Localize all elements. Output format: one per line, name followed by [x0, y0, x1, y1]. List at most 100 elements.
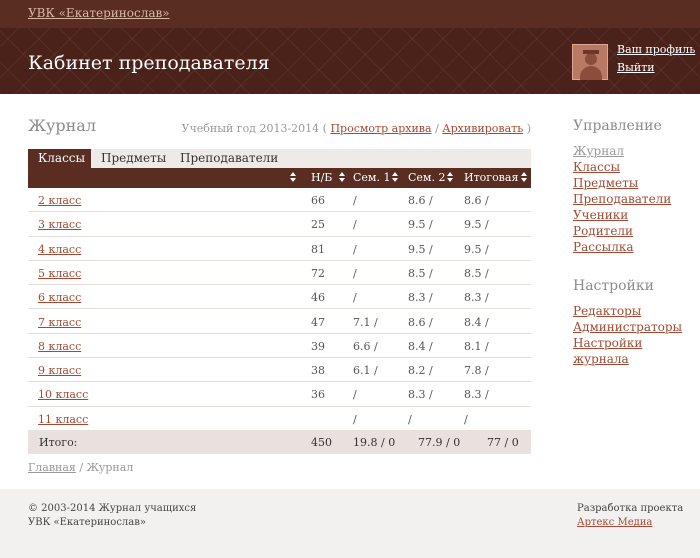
total-row: Итого: 450 19.8 / 0 77.9 / 0 77 / 0 [28, 430, 531, 454]
cell-nb: 66 [311, 194, 325, 207]
school-year-label: Учебный год 2013-2014 ( [181, 122, 327, 135]
tab-classes[interactable]: Классы [28, 149, 91, 168]
sidebar-item-subjects[interactable]: Предметы [573, 176, 638, 190]
col-sem2[interactable]: Сем. 2 [408, 168, 445, 188]
cell-name: 3 класс [38, 218, 81, 231]
class-name-link[interactable]: 4 класс [38, 243, 81, 256]
cell-final: 8.5 / [464, 266, 489, 280]
cell-sem2: 8.5 / [408, 266, 433, 280]
cell-sem2: 8.2 / [408, 364, 433, 378]
col-final[interactable]: Итоговая [464, 168, 518, 188]
sidebar-item-teachers[interactable]: Преподаватели [573, 192, 671, 206]
page-title: Кабинет преподавателя [28, 52, 270, 74]
sort-sem2-icon[interactable] [447, 172, 453, 184]
cell-final: 7.8 / [464, 364, 489, 378]
cell-sem2: 8.3 / [408, 388, 433, 402]
cell-final: 8.3 / [464, 291, 489, 305]
total-label: Итого: [39, 436, 78, 449]
class-name-link[interactable]: 9 класс [38, 364, 81, 377]
org-link[interactable]: УВК «Екатеринослав» [28, 6, 170, 20]
separator: / [435, 122, 439, 135]
cell-final: / [464, 412, 468, 426]
table-row: 6 класс 46 / 8.3 / 8.3 / [28, 285, 531, 310]
breadcrumb-home[interactable]: Главная [28, 461, 76, 474]
cell-name: 5 класс [38, 267, 81, 280]
tab-teachers[interactable]: Преподаватели [180, 149, 278, 168]
cell-sem2: 8.3 / [408, 291, 433, 305]
sort-sem1-icon[interactable] [392, 172, 398, 184]
table-row: 9 класс 38 6.1 / 8.2 / 7.8 / [28, 358, 531, 383]
tab-subjects[interactable]: Предметы [101, 149, 166, 168]
total-sem2: 77.9 / 0 [418, 436, 461, 449]
graduation-cap-icon [583, 50, 599, 54]
sort-nb-icon[interactable] [339, 172, 345, 184]
cell-nb: 72 [311, 266, 325, 280]
cell-sem1: / [353, 218, 357, 232]
profile-link[interactable]: Ваш профиль [617, 43, 695, 56]
breadcrumb: Главная / Журнал [28, 461, 133, 474]
cell-nb: 25 [311, 218, 325, 232]
cell-final: 8.3 / [464, 388, 489, 402]
cell-name: 11 класс [38, 413, 88, 426]
table-row: 5 класс 72 / 8.5 / 8.5 / [28, 261, 531, 286]
cell-sem2: 8.6 / [408, 194, 433, 207]
cell-final: 9.5 / [464, 218, 489, 232]
archive-link[interactable]: Архивировать [442, 122, 523, 135]
cell-sem2: 9.5 / [408, 242, 433, 256]
footer-dev-link[interactable]: Артекс Медиа [577, 517, 652, 528]
table-row: 11 класс / / / [28, 407, 531, 431]
class-name-link[interactable]: 2 класс [38, 194, 81, 207]
sidebar-settings-title: Настройки [573, 278, 654, 294]
sort-final-icon[interactable] [521, 172, 527, 184]
cell-nb: 81 [311, 242, 325, 256]
cell-sem1: / [353, 388, 357, 402]
class-name-link[interactable]: 10 класс [38, 388, 88, 401]
sidebar-item-mailing[interactable]: Рассылка [573, 240, 634, 254]
cell-sem2: 8.6 / [408, 315, 433, 329]
paren-close: ) [526, 122, 531, 135]
logout-link[interactable]: Выйти [617, 61, 655, 74]
cell-nb: 38 [311, 364, 325, 378]
cell-sem1: / [353, 242, 357, 256]
section-title: Журнал [28, 116, 96, 135]
total-nb: 450 [311, 436, 332, 449]
class-name-link[interactable]: 11 класс [38, 413, 88, 426]
sidebar-item-editors[interactable]: Редакторы [573, 304, 641, 318]
sidebar-item-classes[interactable]: Классы [573, 160, 620, 174]
class-name-link[interactable]: 6 класс [38, 291, 81, 304]
cell-final: 8.4 / [464, 315, 489, 329]
col-sem1[interactable]: Сем. 1 [353, 168, 390, 188]
cell-name: 7 класс [38, 316, 81, 329]
class-name-link[interactable]: 3 класс [38, 218, 81, 231]
table-row: 3 класс 25 / 9.5 / 9.5 / [28, 212, 531, 237]
breadcrumb-sep: / [75, 461, 87, 474]
cell-sem2: 9.5 / [408, 218, 433, 232]
tab-bar: Классы Предметы Преподаватели [28, 149, 531, 168]
cell-final: 8.1 / [464, 339, 489, 353]
table-row: 8 класс 39 6.6 / 8.4 / 8.1 / [28, 334, 531, 359]
top-bar: УВК «Екатеринослав» [0, 0, 700, 28]
sidebar-item-parents[interactable]: Родители [573, 224, 633, 238]
sidebar-settings-list: Редакторы Администраторы Настройки журна… [573, 303, 700, 367]
table-row: 4 класс 81 / 9.5 / 9.5 / [28, 237, 531, 261]
sidebar-item-students[interactable]: Ученики [573, 208, 628, 222]
class-name-link[interactable]: 7 класс [38, 316, 81, 329]
header: Кабинет преподавателя Ваш профиль Выйти [0, 28, 700, 94]
avatar-head-icon [585, 53, 597, 65]
table-header: Н/Б Сем. 1 Сем. 2 Итоговая [28, 168, 531, 188]
class-name-link[interactable]: 8 класс [38, 340, 81, 353]
table-row: 7 класс 47 7.1 / 8.6 / 8.4 / [28, 310, 531, 334]
footer-dev-label: Разработка проекта [577, 503, 684, 514]
cell-name: 6 класс [38, 291, 81, 304]
class-name-link[interactable]: 5 класс [38, 267, 81, 280]
sidebar-item-journal-settings[interactable]: Настройки журнала [573, 336, 642, 366]
sidebar-item-journal[interactable]: Журнал [573, 144, 624, 158]
cell-sem1: 7.1 / [353, 315, 378, 329]
sort-name-icon[interactable] [290, 172, 296, 184]
sidebar-item-admins[interactable]: Администраторы [573, 320, 682, 334]
cell-nb: 47 [311, 315, 325, 329]
archive-view-link[interactable]: Просмотр архива [330, 122, 431, 135]
col-nb[interactable]: Н/Б [311, 168, 332, 188]
sidebar-manage-title: Управление [573, 118, 662, 134]
sidebar-manage-list: Журнал Классы Предметы Преподаватели Уче… [573, 143, 671, 255]
